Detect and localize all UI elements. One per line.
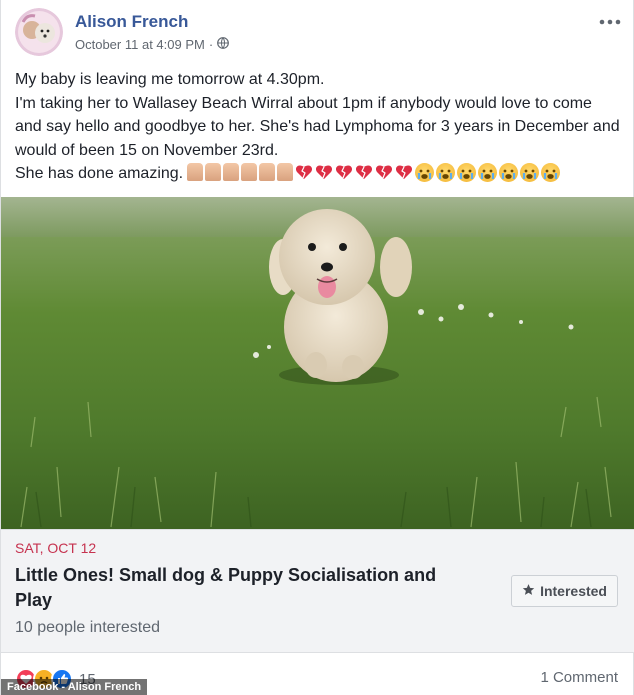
post-timestamp[interactable]: October 11 at 4:09 PM: [75, 37, 205, 52]
crying-face-icon: [478, 163, 498, 182]
crying-face-icon: [457, 163, 477, 182]
event-date: SAT, OCT 12: [15, 540, 97, 556]
emoji-row: [187, 163, 561, 182]
comments-link[interactable]: 1 Comment: [540, 669, 618, 686]
event-title[interactable]: Little Ones! Small dog & Puppy Socialisa…: [15, 563, 475, 613]
post-header: Alison French October 11 at 4:09 PM ·: [15, 8, 621, 58]
more-options-icon[interactable]: [599, 8, 621, 31]
broken-heart-icon: [355, 163, 373, 181]
crying-face-icon: [415, 163, 435, 182]
interested-button[interactable]: Interested: [511, 575, 618, 607]
event-cover-photo[interactable]: [1, 197, 634, 529]
crying-face-icon: [436, 163, 456, 182]
photo-credit-watermark: Facebook - Alison French: [1, 679, 148, 695]
event-card[interactable]: SAT, OCT 12 Little Ones! Small dog & Pup…: [1, 529, 634, 653]
facebook-post: Alison French October 11 at 4:09 PM · My…: [0, 0, 634, 695]
broken-heart-icon: [295, 163, 313, 181]
praying-hands-icon: [277, 163, 294, 181]
post-text-line: My baby is leaving me tomorrow at 4.30pm…: [15, 71, 325, 88]
meta-separator: ·: [208, 37, 214, 52]
praying-hands-icon: [223, 163, 240, 181]
broken-heart-icon: [395, 163, 413, 181]
star-icon: [522, 583, 535, 599]
post-meta: October 11 at 4:09 PM ·: [75, 37, 230, 52]
broken-heart-icon: [315, 163, 333, 181]
post-text-line: I'm taking her to Wallasey Beach Wirral …: [15, 94, 620, 159]
event-interested-count: 10 people interested: [15, 619, 160, 636]
interested-button-label: Interested: [540, 583, 607, 599]
avatar[interactable]: [15, 8, 63, 56]
post-text-line: She has done amazing.: [15, 162, 621, 186]
post-text: My baby is leaving me tomorrow at 4.30pm…: [15, 68, 621, 186]
praying-hands-icon: [259, 163, 276, 181]
crying-face-icon: [541, 163, 561, 182]
crying-face-icon: [520, 163, 540, 182]
author-name[interactable]: Alison French: [75, 12, 188, 32]
praying-hands-icon: [187, 163, 204, 181]
globe-icon[interactable]: [217, 37, 230, 52]
praying-hands-icon: [205, 163, 222, 181]
praying-hands-icon: [241, 163, 258, 181]
broken-heart-icon: [335, 163, 353, 181]
post-text-line-content: She has done amazing.: [15, 165, 184, 182]
broken-heart-icon: [375, 163, 393, 181]
crying-face-icon: [499, 163, 519, 182]
